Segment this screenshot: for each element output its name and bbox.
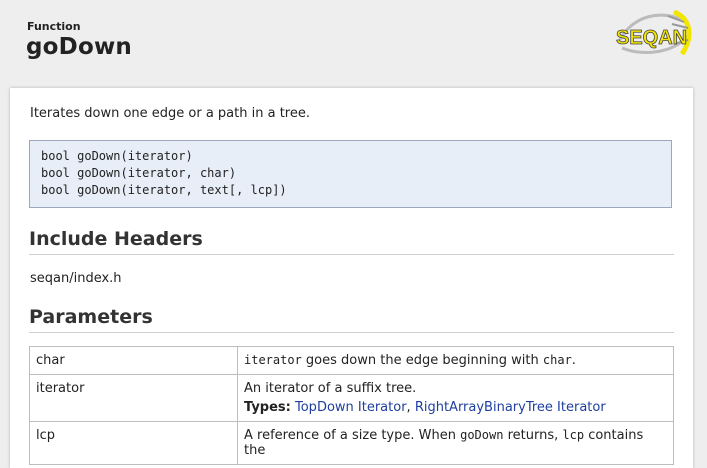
- table-row: char iterator goes down the edge beginni…: [29, 346, 674, 375]
- parameters-heading: Parameters: [29, 306, 674, 333]
- param-description: A reference of a size type. When goDown …: [237, 421, 674, 465]
- description-text: goes down the edge beginning with: [301, 353, 543, 368]
- signature-line: bool goDown(iterator): [41, 149, 193, 163]
- code-inline: iterator: [244, 353, 302, 367]
- table-row: iterator An iterator of a suffix tree. T…: [29, 374, 674, 422]
- param-name: lcp: [29, 421, 238, 465]
- param-description: An iterator of a suffix tree. Types: Top…: [237, 374, 674, 422]
- types-label: Types:: [244, 400, 291, 415]
- code-inline: goDown: [460, 428, 504, 442]
- function-summary: Iterates down one edge or a path in a tr…: [30, 106, 310, 121]
- type-link-topdown-iterator[interactable]: TopDown Iterator: [295, 400, 407, 415]
- description-text: A reference of a size type. When: [244, 428, 461, 443]
- description-text: .: [571, 353, 576, 368]
- param-name: char: [29, 346, 238, 375]
- page-title: goDown: [26, 34, 132, 60]
- types-separator: ,: [406, 400, 415, 415]
- param-description: iterator goes down the edge beginning wi…: [237, 346, 674, 375]
- types-line: Types: TopDown Iterator, RightArrayBinar…: [244, 400, 667, 415]
- entry-kind: Function: [27, 20, 81, 33]
- main-content: Iterates down one edge or a path in a tr…: [10, 88, 693, 468]
- description-text: returns,: [503, 428, 563, 443]
- seqan-logo[interactable]: SEQAN: [612, 9, 694, 58]
- type-link-rightarraybinarytree-iterator[interactable]: RightArrayBinaryTree Iterator: [415, 400, 606, 415]
- logo-text: SEQAN: [616, 27, 687, 49]
- include-headers-heading: Include Headers: [29, 228, 674, 255]
- param-name: iterator: [29, 374, 238, 422]
- signature-line: bool goDown(iterator, text[, lcp]): [41, 183, 287, 197]
- signature-box: bool goDown(iterator) bool goDown(iterat…: [29, 140, 672, 208]
- page-header: Function goDown SEQAN: [0, 0, 707, 88]
- description-text: An iterator of a suffix tree.: [244, 381, 417, 396]
- include-header-file: seqan/index.h: [30, 271, 122, 286]
- parameters-table: char iterator goes down the edge beginni…: [29, 346, 674, 465]
- code-inline: char: [542, 353, 572, 367]
- code-inline: lcp: [562, 428, 585, 442]
- table-row: lcp A reference of a size type. When goD…: [29, 421, 674, 465]
- signature-line: bool goDown(iterator, char): [41, 166, 237, 180]
